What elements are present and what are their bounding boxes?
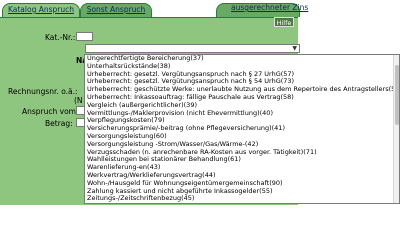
kat-nr-label: Kat.-Nr.: (45, 33, 76, 42)
tab-ausgerechneter-zins[interactable]: ausgerechneter Zins (216, 3, 308, 17)
dropdown-scrollbar[interactable] (393, 55, 399, 203)
dropdown-option[interactable]: Zinsrückstände/Verzugszinsen(46) (87, 202, 199, 203)
scrollbar-thumb[interactable] (395, 65, 399, 125)
anspruch-dropdown-list[interactable]: Ungerechtfertigte Bereicherung(37) Unterh… (84, 54, 400, 204)
n-label: (N (74, 96, 83, 105)
help-button[interactable]: Hilfe (274, 17, 294, 27)
betrag-label: Betrag: (45, 119, 73, 128)
kat-nr-input[interactable] (76, 32, 93, 41)
rechnungsnr-label: Rechnungsnr. o.ä.: (8, 87, 78, 96)
chevron-down-icon[interactable]: ▼ (292, 45, 297, 53)
anspruch-select[interactable]: ▼ (85, 44, 300, 53)
tab-sonst-anspruch[interactable]: Sonst Anspruch (80, 3, 152, 17)
tab-katalog-anspruch[interactable]: Katalog Anspruch (2, 3, 80, 17)
anspruch-vom-label: Anspruch vom: (22, 107, 79, 116)
